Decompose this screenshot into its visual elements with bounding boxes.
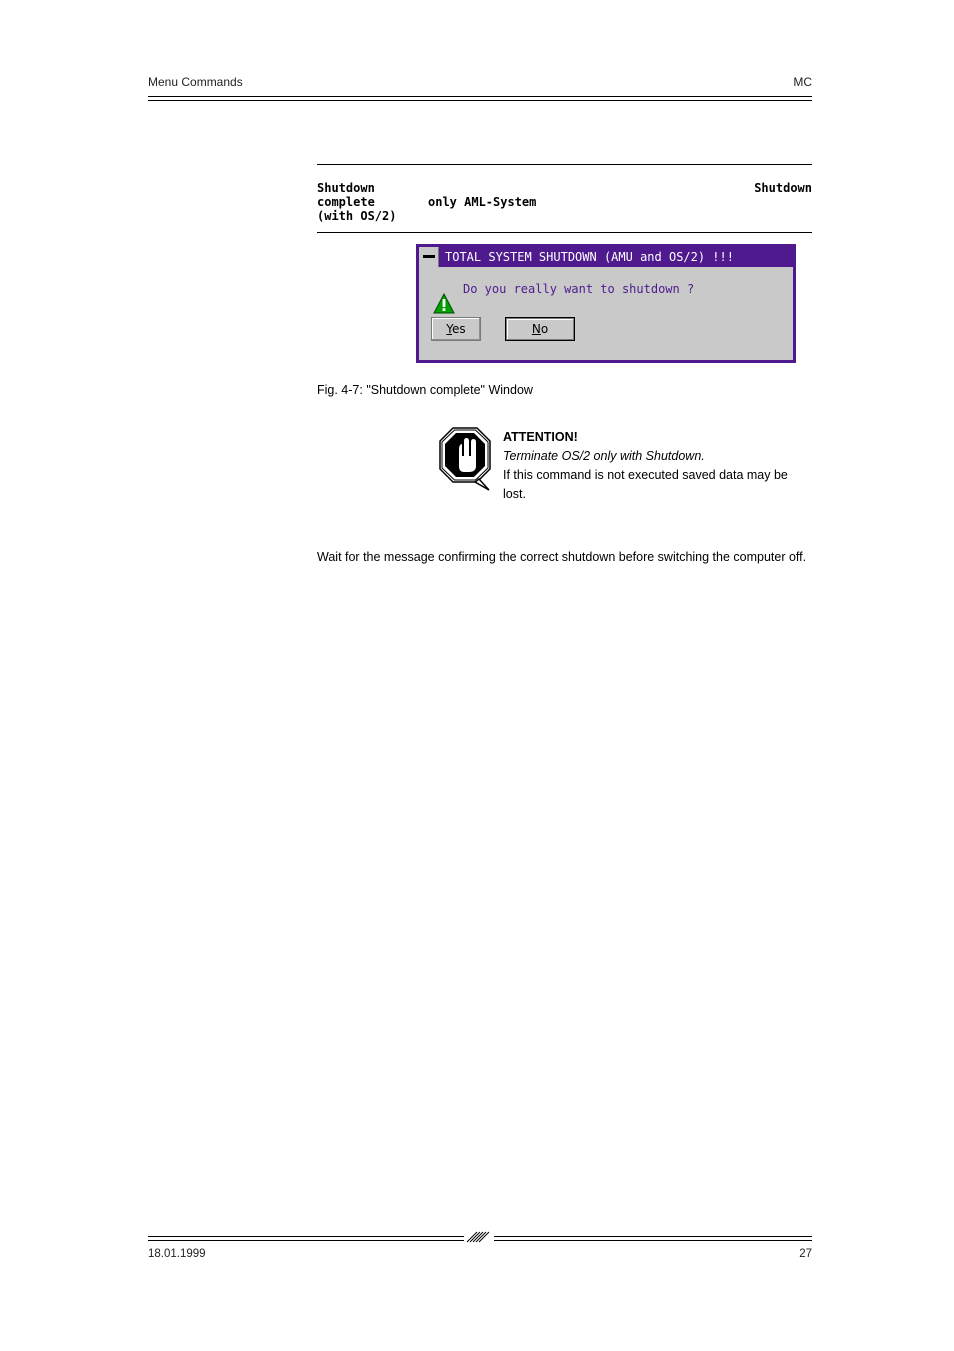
footer-rule-right <box>494 1236 812 1241</box>
no-button[interactable]: No <box>505 317 575 341</box>
shutdown-dialog: TOTAL SYSTEM SHUTDOWN (AMU and OS/2) !!!… <box>416 244 796 363</box>
no-rest: o <box>541 322 548 336</box>
header-left: Menu Commands <box>148 75 243 89</box>
attention-heading: ATTENTION! <box>503 430 578 444</box>
dialog-title: TOTAL SYSTEM SHUTDOWN (AMU and OS/2) !!! <box>439 247 793 267</box>
attention-following: Wait for the message confirming the corr… <box>317 550 812 564</box>
dialog-message: Do you really want to shutdown ? <box>463 282 694 296</box>
no-hotkey: N <box>532 322 541 336</box>
yes-rest: es <box>452 322 466 336</box>
header-rule <box>148 96 812 101</box>
footer-page: 27 <box>799 1248 812 1260</box>
table-bottom-rule <box>317 232 812 233</box>
figure-caption: Fig. 4-7: "Shutdown complete" Window <box>317 383 533 397</box>
system-menu-icon <box>423 255 435 258</box>
attention-tail: If this command is not executed saved da… <box>503 468 788 501</box>
footer-rule-left <box>148 1236 464 1241</box>
header-right: MC <box>793 75 812 89</box>
system-menu-button[interactable] <box>419 247 439 267</box>
table-col1-label: Shutdown complete (with OS/2) <box>317 181 413 223</box>
yes-button[interactable]: Yes <box>431 317 481 341</box>
footer-divider-icon <box>464 1229 494 1250</box>
warning-triangle-icon <box>433 293 455 315</box>
attention-line: Terminate OS/2 only with Shutdown. <box>503 449 705 463</box>
table-top-rule <box>317 164 812 165</box>
dialog-body: Do you really want to shutdown ? Yes No <box>419 267 793 360</box>
table-col3-label: Shutdown <box>754 181 812 195</box>
footer-date: 18.01.1999 <box>148 1248 206 1260</box>
dialog-titlebar[interactable]: TOTAL SYSTEM SHUTDOWN (AMU and OS/2) !!! <box>419 247 793 267</box>
stop-hand-icon <box>435 426 495 492</box>
table-col2-label: only AML-System <box>428 195 536 209</box>
